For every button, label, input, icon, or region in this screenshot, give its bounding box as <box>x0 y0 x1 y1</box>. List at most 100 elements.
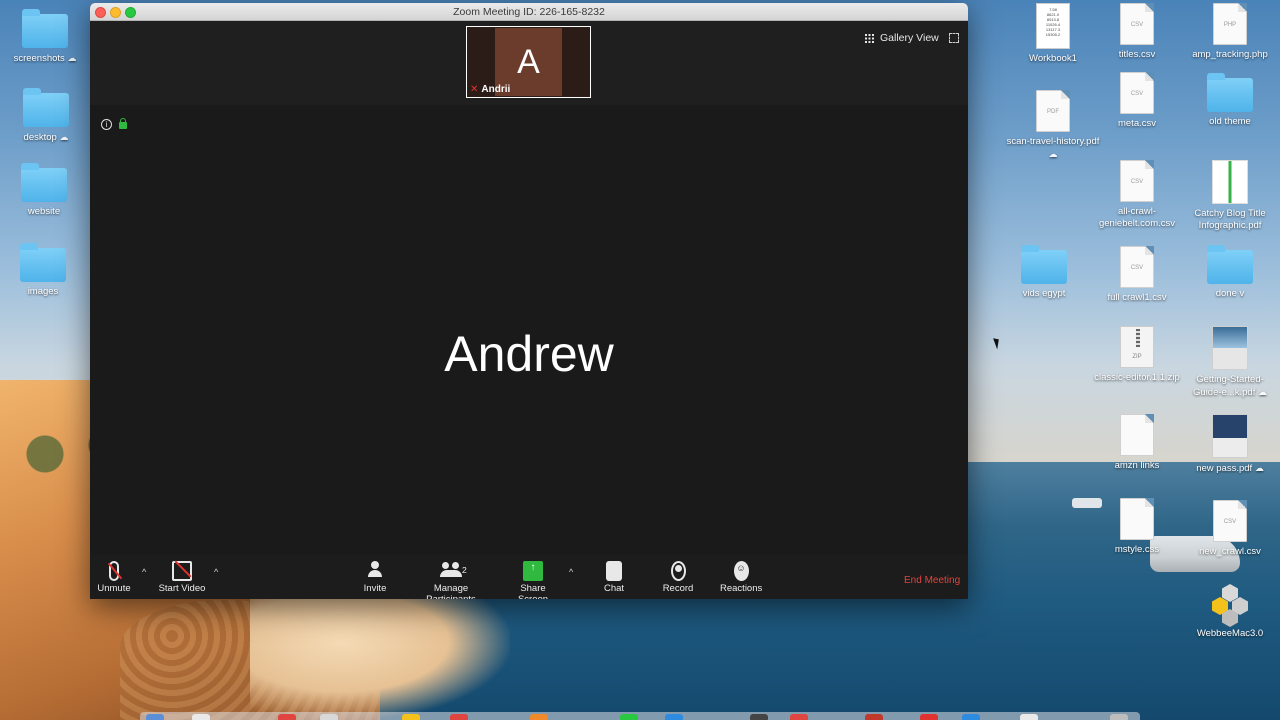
icloud-icon: ☁ <box>1048 149 1058 159</box>
desktop-folder-website[interactable]: website <box>0 163 92 218</box>
pdf-file-icon: PDF <box>1036 90 1070 132</box>
desktop-file-amzn-links[interactable]: amzn links <box>1089 414 1185 472</box>
folder-icon <box>1207 73 1253 112</box>
muted-mic-icon: ✕ <box>470 84 479 95</box>
window-titlebar[interactable]: Zoom Meeting ID: 226-165-8232 <box>90 3 968 21</box>
dock-finder-icon[interactable] <box>146 714 164 720</box>
dock-app-icon[interactable] <box>620 714 638 720</box>
participant-thumbnail[interactable]: A ✕ Andrii <box>466 26 591 98</box>
desktop-file-all-crawl-csv[interactable]: CSV all-crawl-geniebelt.com.csv <box>1089 160 1185 230</box>
folder-icon <box>1207 245 1253 284</box>
desktop-folder-screenshots[interactable]: screenshots ☁ <box>0 9 93 65</box>
desktop-folder-desktop[interactable]: desktop ☁ <box>0 88 94 144</box>
desktop-folder-vids-egypt[interactable]: vids egypt <box>996 245 1092 300</box>
share-options-chevron-icon[interactable]: ^ <box>569 567 573 577</box>
window-zoom-button[interactable] <box>125 7 136 18</box>
pdf-thumbnail-icon <box>1212 414 1248 458</box>
window-minimize-button[interactable] <box>110 7 121 18</box>
dock-app-icon[interactable] <box>790 714 808 720</box>
desktop-file-new-pass-pdf[interactable]: new pass.pdf ☁ <box>1182 414 1278 475</box>
csv-file-icon: CSV <box>1213 500 1247 542</box>
webbee-app-icon <box>1210 584 1250 627</box>
php-file-icon: PHP <box>1213 3 1247 45</box>
desktop-folder-images[interactable]: images <box>0 243 91 298</box>
gallery-view-button[interactable]: Gallery View <box>865 32 939 44</box>
record-icon <box>670 561 686 581</box>
smiley-icon: ☺ <box>733 561 749 581</box>
participant-count-badge: 2 <box>462 565 467 575</box>
desktop-file-full-crawl1-csv[interactable]: CSV full crawl1.csv <box>1089 246 1185 304</box>
encryption-lock-icon[interactable] <box>119 118 127 129</box>
pdf-thumbnail-icon <box>1212 326 1248 370</box>
pdf-thumbnail-icon <box>1212 160 1248 204</box>
audio-options-chevron-icon[interactable]: ^ <box>142 567 146 577</box>
video-off-icon <box>172 561 192 581</box>
dock-app-icon[interactable] <box>402 714 420 720</box>
window-close-button[interactable] <box>95 7 106 18</box>
meeting-info-icon[interactable]: i <box>101 119 112 130</box>
share-screen-button[interactable]: ↑ Share Screen <box>504 561 562 599</box>
wallpaper-beach <box>250 590 510 720</box>
meeting-stage: A ✕ Andrii Gallery View i Andrew <box>90 21 968 555</box>
dock-app-icon[interactable] <box>665 714 683 720</box>
csv-file-icon: CSV <box>1120 72 1154 114</box>
dock-app-icon[interactable] <box>962 714 980 720</box>
video-options-chevron-icon[interactable]: ^ <box>214 567 218 577</box>
add-person-icon <box>367 561 383 581</box>
dock-app-icon[interactable] <box>1020 714 1038 720</box>
desktop-file-catchy-blog-pdf[interactable]: Catchy Blog Title Infographic.pdf <box>1182 160 1278 232</box>
reactions-button[interactable]: ☺ Reactions <box>720 561 762 594</box>
desktop-file-scan-travel-history-pdf[interactable]: PDF scan-travel-history.pdf ☁ <box>1005 90 1101 161</box>
zip-file-icon: ZIP <box>1120 326 1154 368</box>
csv-file-icon: CSV <box>1120 160 1154 202</box>
folder-icon <box>20 243 66 282</box>
desktop-file-getting-started-pdf[interactable]: Getting-Started-Guide-e...k.pdf ☁ <box>1182 326 1278 399</box>
desktop-file-titles-csv[interactable]: CSV titles.csv <box>1089 3 1185 61</box>
desktop-file-meta-csv[interactable]: CSV meta.csv <box>1089 72 1185 130</box>
macos-dock <box>140 712 1140 720</box>
icloud-icon: ☁ <box>59 132 69 142</box>
meeting-toolbar: Unmute ^ Start Video ^ Invite 2 Manage P… <box>90 555 968 599</box>
text-file-icon <box>1120 414 1154 456</box>
dock-app-icon[interactable] <box>192 714 210 720</box>
folder-icon <box>21 163 67 202</box>
share-screen-icon: ↑ <box>523 561 543 581</box>
icloud-icon: ☁ <box>1257 387 1267 397</box>
desktop-app-webbeemac[interactable]: WebbeeMac3.0 <box>1182 584 1278 640</box>
manage-participants-button[interactable]: 2 Manage Participants <box>408 561 494 599</box>
folder-icon <box>23 88 69 127</box>
dock-app-icon[interactable] <box>920 714 938 720</box>
dock-app-icon[interactable] <box>320 714 338 720</box>
folder-icon <box>22 9 68 48</box>
desktop-file-new-crawl-csv[interactable]: CSV new_crawl.csv <box>1182 500 1278 558</box>
dock-app-icon[interactable] <box>278 714 296 720</box>
desktop-file-workbook1[interactable]: 7.58 8621.0 8913.8 11026.4 13117.3 15305.2 Wo… <box>1005 3 1101 65</box>
participants-icon <box>440 561 462 581</box>
icloud-icon: ☁ <box>1254 463 1264 473</box>
zoom-meeting-window: Zoom Meeting ID: 226-165-8232 A ✕ Andrii … <box>90 3 968 599</box>
desktop-folder-old-theme[interactable]: old theme <box>1182 73 1278 128</box>
css-file-icon <box>1120 498 1154 540</box>
desktop-folder-done-v[interactable]: done v <box>1182 245 1278 300</box>
dock-app-icon[interactable] <box>530 714 548 720</box>
dock-app-icon[interactable] <box>865 714 883 720</box>
record-button[interactable]: Record <box>661 561 695 594</box>
folder-icon <box>1021 245 1067 284</box>
desktop-file-amp-tracking-php[interactable]: PHP amp_tracking.php <box>1182 3 1278 61</box>
dock-trash-icon[interactable] <box>1110 714 1128 720</box>
invite-button[interactable]: Invite <box>360 561 390 594</box>
end-meeting-button[interactable]: End Meeting <box>904 575 960 586</box>
csv-file-icon: CSV <box>1120 3 1154 45</box>
grid-icon <box>865 33 874 43</box>
icloud-icon: ☁ <box>67 53 77 63</box>
dock-app-icon[interactable] <box>450 714 468 720</box>
csv-file-icon: CSV <box>1120 246 1154 288</box>
desktop-file-classic-editor-zip[interactable]: ZIP classic-editor.1.1.zip <box>1089 326 1185 384</box>
dock-app-icon[interactable] <box>750 714 768 720</box>
desktop-file-mstyle-css[interactable]: mstyle.css <box>1089 498 1185 556</box>
start-video-button[interactable]: Start Video <box>158 561 206 594</box>
fullscreen-icon[interactable] <box>949 33 959 43</box>
active-speaker-name: Andrew <box>444 326 614 382</box>
chat-button[interactable]: Chat <box>600 561 628 594</box>
unmute-button[interactable]: Unmute <box>95 561 133 594</box>
